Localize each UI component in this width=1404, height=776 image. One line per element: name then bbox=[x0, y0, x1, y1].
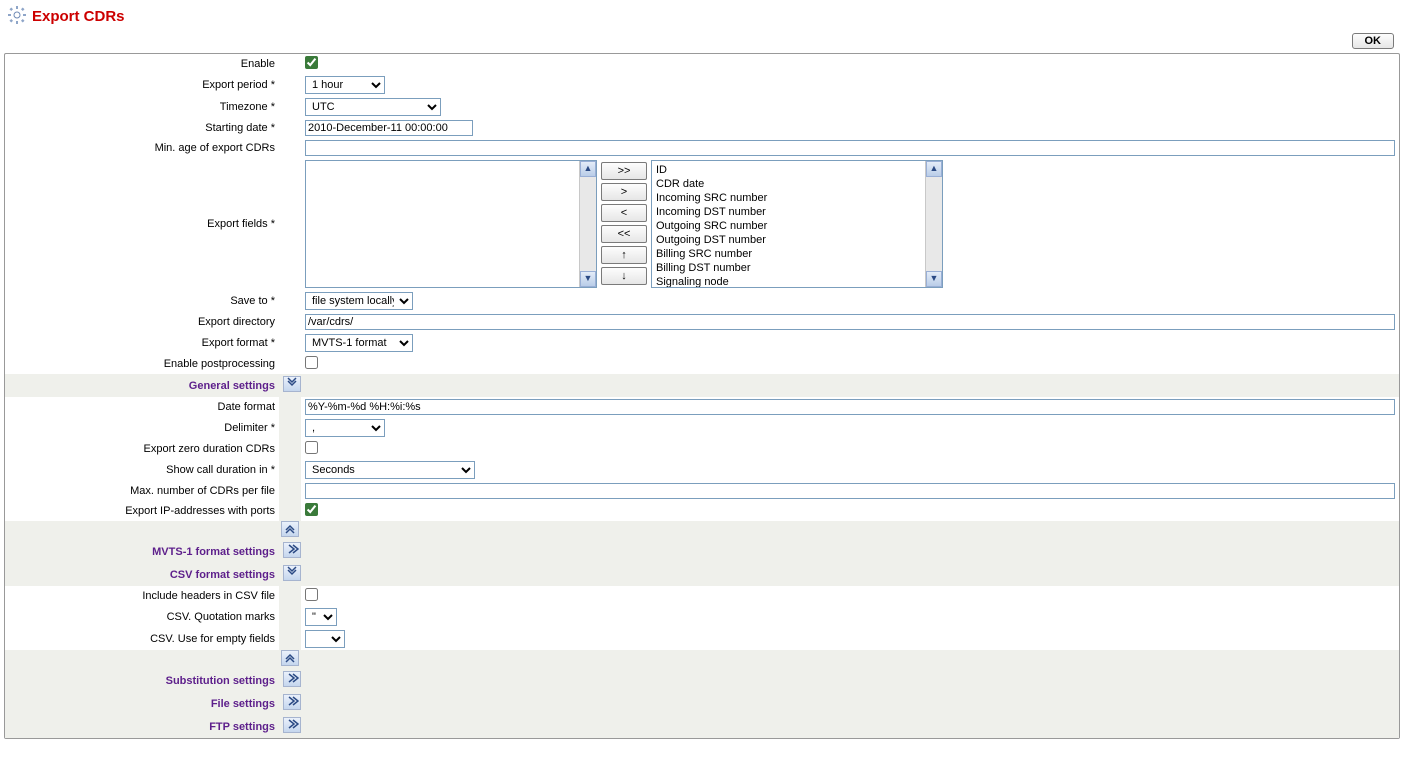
date-format-input[interactable] bbox=[305, 399, 1395, 415]
label-csv-quote: CSV. Quotation marks bbox=[5, 606, 279, 628]
list-item[interactable]: Billing SRC number bbox=[654, 247, 940, 261]
list-item[interactable]: Incoming DST number bbox=[654, 205, 940, 219]
label-delimiter: Delimiter bbox=[5, 417, 279, 439]
show-duration-select[interactable]: Seconds bbox=[305, 461, 475, 479]
export-format-select[interactable]: MVTS-1 format bbox=[305, 334, 413, 352]
section-general-settings: General settings bbox=[5, 374, 279, 397]
section-ftp-settings: FTP settings bbox=[5, 715, 279, 738]
csv-headers-checkbox[interactable] bbox=[305, 588, 318, 601]
timezone-select[interactable]: UTC bbox=[305, 98, 441, 116]
csv-empty-select[interactable] bbox=[305, 630, 345, 648]
max-cdrs-input[interactable] bbox=[305, 483, 1395, 499]
section-substitution: Substitution settings bbox=[5, 669, 279, 692]
collapse-icon[interactable] bbox=[283, 376, 301, 392]
export-period-select[interactable]: 1 hour bbox=[305, 76, 385, 94]
label-starting-date: Starting date bbox=[5, 118, 279, 138]
collapse-icon[interactable] bbox=[283, 565, 301, 581]
label-export-dir: Export directory bbox=[5, 312, 279, 332]
export-ip-checkbox[interactable] bbox=[305, 503, 318, 516]
available-fields-list[interactable]: IDCDR dateIncoming SRC numberIncoming DS… bbox=[651, 160, 943, 288]
label-min-age: Min. age of export CDRs bbox=[5, 138, 279, 158]
list-item[interactable]: Outgoing SRC number bbox=[654, 219, 940, 233]
export-dir-input[interactable] bbox=[305, 314, 1395, 330]
save-to-select[interactable]: file system locally bbox=[305, 292, 413, 310]
csv-quote-select[interactable]: " bbox=[305, 608, 337, 626]
move-down-button[interactable]: ↓ bbox=[601, 267, 647, 285]
label-timezone: Timezone bbox=[5, 96, 279, 118]
label-export-ip: Export IP-addresses with ports bbox=[5, 501, 279, 521]
min-age-input[interactable] bbox=[305, 140, 1395, 156]
label-export-fields: Export fields bbox=[5, 158, 279, 290]
label-csv-headers: Include headers in CSV file bbox=[5, 586, 279, 606]
scroll-up-icon[interactable]: ▲ bbox=[580, 161, 596, 177]
section-file-settings: File settings bbox=[5, 692, 279, 715]
enable-postproc-checkbox[interactable] bbox=[305, 356, 318, 369]
scroll-down-icon[interactable]: ▼ bbox=[580, 271, 596, 287]
move-right-button[interactable]: > bbox=[601, 183, 647, 201]
label-max-cdrs: Max. number of CDRs per file bbox=[5, 481, 279, 501]
label-enable-postproc: Enable postprocessing bbox=[5, 354, 279, 374]
page-title: Export CDRs bbox=[32, 8, 125, 25]
move-all-left-button[interactable]: << bbox=[601, 225, 647, 243]
expand-icon[interactable] bbox=[283, 542, 301, 558]
scroll-down-icon[interactable]: ▼ bbox=[926, 271, 942, 287]
list-item[interactable]: Signaling node bbox=[654, 275, 940, 288]
selected-fields-list[interactable]: ▲ ▼ bbox=[305, 160, 597, 288]
expand-icon[interactable] bbox=[283, 694, 301, 710]
delimiter-select[interactable]: , bbox=[305, 419, 385, 437]
section-csv-settings: CSV format settings bbox=[5, 563, 279, 586]
scroll-up-icon[interactable]: ▲ bbox=[926, 161, 942, 177]
collapse-up-icon[interactable] bbox=[281, 650, 299, 666]
scrollbar[interactable]: ▲ ▼ bbox=[579, 161, 596, 287]
expand-icon[interactable] bbox=[283, 717, 301, 733]
gear-icon bbox=[8, 6, 26, 27]
starting-date-input[interactable] bbox=[305, 120, 473, 136]
move-left-button[interactable]: < bbox=[601, 204, 647, 222]
list-item[interactable]: Billing DST number bbox=[654, 261, 940, 275]
list-item[interactable]: Incoming SRC number bbox=[654, 191, 940, 205]
label-export-period: Export period bbox=[5, 74, 279, 96]
label-export-zero: Export zero duration CDRs bbox=[5, 439, 279, 459]
list-item[interactable]: CDR date bbox=[654, 177, 940, 191]
label-save-to: Save to bbox=[5, 290, 279, 312]
scrollbar[interactable]: ▲ ▼ bbox=[925, 161, 942, 287]
label-date-format: Date format bbox=[5, 397, 279, 417]
collapse-up-icon[interactable] bbox=[281, 521, 299, 537]
section-mvts1-settings: MVTS-1 format settings bbox=[5, 540, 279, 563]
enable-checkbox[interactable] bbox=[305, 56, 318, 69]
move-up-button[interactable]: ↑ bbox=[601, 246, 647, 264]
label-csv-empty: CSV. Use for empty fields bbox=[5, 628, 279, 650]
label-enable: Enable bbox=[5, 54, 279, 74]
export-zero-checkbox[interactable] bbox=[305, 441, 318, 454]
ok-button[interactable]: OK bbox=[1352, 33, 1395, 49]
move-all-right-button[interactable]: >> bbox=[601, 162, 647, 180]
expand-icon[interactable] bbox=[283, 671, 301, 687]
list-item[interactable]: Outgoing DST number bbox=[654, 233, 940, 247]
list-item[interactable]: ID bbox=[654, 163, 940, 177]
label-show-duration: Show call duration in bbox=[5, 459, 279, 481]
label-export-format: Export format bbox=[5, 332, 279, 354]
